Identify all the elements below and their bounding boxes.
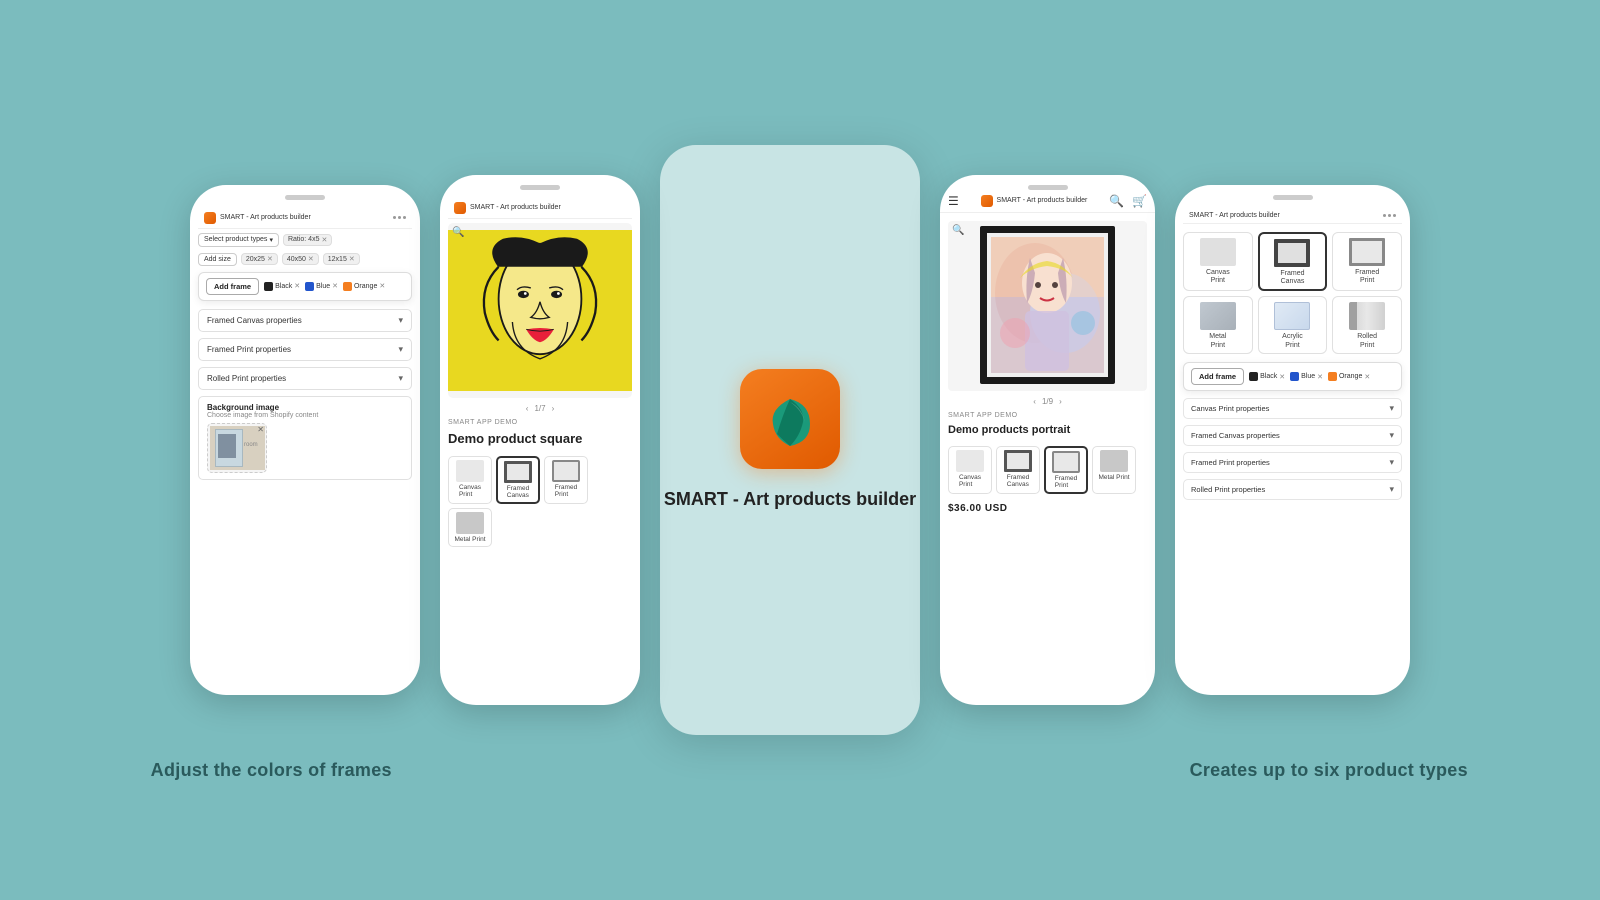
color-black-5[interactable]: Black ✕ [1249, 372, 1285, 381]
app-logo [740, 369, 840, 469]
app-icon [204, 212, 216, 224]
bottom-labels: Adjust the colors of frames Creates up t… [0, 745, 1600, 786]
product-artwork [448, 223, 632, 398]
phone-six-types: SMART - Art products builder CanvasPrint [1175, 185, 1410, 695]
type-framed-print-4[interactable]: FramedPrint [1044, 446, 1088, 494]
accordion-framed-canvas[interactable]: Framed Canvas properties ▾ [198, 309, 412, 332]
portrait-image-area: 🔍 [948, 221, 1147, 391]
ratio-tag[interactable]: Ratio: 4x5 ✕ [283, 234, 332, 246]
phone4-title: SMART - Art products builder [997, 197, 1088, 204]
color-blue-5[interactable]: Blue ✕ [1290, 372, 1323, 381]
color-black[interactable]: Black ✕ [264, 282, 300, 291]
product-title-4: Demo products portrait [948, 424, 1147, 436]
product-image-area: 🔍 [448, 223, 632, 398]
filter-row: Select product types ▾ Ratio: 4x5 ✕ [198, 233, 412, 247]
accordion-rolled-print[interactable]: Rolled Print properties ▾ [198, 367, 412, 390]
six-types-grid: CanvasPrint FramedCanvas FramedPrint [1183, 232, 1402, 355]
add-frame-button-5[interactable]: Add frame [1191, 368, 1244, 385]
type-framed-print[interactable]: FramedPrint [544, 456, 588, 504]
color-orange[interactable]: Orange ✕ [343, 282, 385, 291]
menu-dots-5[interactable] [1383, 214, 1396, 217]
color-blue[interactable]: Blue ✕ [305, 282, 338, 291]
menu-dots[interactable] [393, 216, 406, 219]
demo-label-4: SMART APP DEMO [948, 412, 1147, 419]
product-type-select[interactable]: Select product types ▾ [198, 233, 279, 247]
nav-row-4: ‹ 1/9 › [948, 397, 1147, 406]
accordion-framed-print[interactable]: Framed Print properties ▾ [198, 338, 412, 361]
product-types: CanvasPrint FramedCanvas FramedPrint Met… [448, 456, 632, 547]
topbar-icons: 🔍 🛒 [1109, 194, 1147, 208]
product-title: Demo product square [448, 431, 632, 446]
type-lg-rolled[interactable]: RolledPrint [1332, 296, 1402, 354]
frame-colors-row: Add frame Black ✕ Blue ✕ Orange ✕ [198, 272, 412, 301]
color-orange-5[interactable]: Orange ✕ [1328, 372, 1370, 381]
app-icon-2 [454, 202, 466, 214]
left-label: Adjust the colors of frames [40, 760, 503, 781]
size-tags-row: Add size 20x25 ✕ 40x50 ✕ 12x15 ✕ [198, 253, 412, 266]
size-tag-1[interactable]: 20x25 ✕ [241, 253, 278, 265]
zoom-icon-4[interactable]: 🔍 [952, 225, 964, 236]
price-label: $36.00 USD [948, 503, 1147, 514]
bg-sublabel: Choose image from Shopify content [207, 412, 403, 419]
type-metal[interactable]: Metal Print [448, 508, 492, 547]
bg-preview[interactable]: room ✕ [207, 423, 267, 473]
cart-icon[interactable]: 🛒 [1132, 194, 1147, 208]
portrait-artwork [975, 223, 1120, 388]
phone1-topbar: SMART - Art products builder [198, 208, 412, 229]
center-logo-title: SMART - Art products builder [664, 489, 916, 511]
acc5-rolled-print[interactable]: Rolled Print properties ▾ [1183, 479, 1402, 500]
acc5-framed-canvas[interactable]: Framed Canvas properties ▾ [1183, 425, 1402, 446]
type-lg-metal[interactable]: MetalPrint [1183, 296, 1253, 354]
acc5-canvas[interactable]: Canvas Print properties ▾ [1183, 398, 1402, 419]
phone2-topbar: SMART - Art products builder [448, 198, 632, 219]
type-lg-framed-canvas[interactable]: FramedCanvas [1258, 232, 1328, 292]
bg-delete[interactable]: ✕ [257, 425, 264, 434]
right-label: Creates up to six product types [1098, 760, 1561, 781]
phone2-title: SMART - Art products builder [470, 204, 561, 211]
app-icon-4 [981, 195, 993, 207]
product-types-4: CanvasPrint FramedCanvas FramedPrint Met… [948, 446, 1147, 494]
phone5-topbar: SMART - Art products builder [1183, 208, 1402, 224]
demo-label: SMART APP DEMO [448, 419, 632, 426]
size-tag-2[interactable]: 40x50 ✕ [282, 253, 319, 265]
phone-portrait-demo: ☰ SMART - Art products builder 🔍 🛒 🔍 [940, 175, 1155, 705]
size-tag-3[interactable]: 12x15 ✕ [323, 253, 360, 265]
frame-colors-row-5: Add frame Black ✕ Blue ✕ Orange ✕ [1183, 362, 1402, 391]
phone-center-logo: SMART - Art products builder [660, 145, 920, 735]
type-canvas-4[interactable]: CanvasPrint [948, 446, 992, 494]
phone-product-square: SMART - Art products builder [440, 175, 640, 705]
type-canvas[interactable]: CanvasPrint [448, 456, 492, 504]
add-frame-button[interactable]: Add frame [206, 278, 259, 295]
zoom-icon[interactable]: 🔍 [452, 227, 464, 238]
bg-thumbnail-svg: room [210, 426, 265, 470]
nav-row: ‹ 1/7 › [448, 404, 632, 413]
type-framed-canvas[interactable]: FramedCanvas [496, 456, 540, 504]
background-image-section: Background image Choose image from Shopi… [198, 396, 412, 480]
type-lg-framed-print[interactable]: FramedPrint [1332, 232, 1402, 292]
search-icon[interactable]: 🔍 [1109, 194, 1124, 208]
svg-text:room: room [244, 442, 258, 448]
phone1-title: SMART - Art products builder [220, 214, 311, 221]
acc5-framed-print[interactable]: Framed Print properties ▾ [1183, 452, 1402, 473]
type-lg-canvas[interactable]: CanvasPrint [1183, 232, 1253, 292]
phone5-title: SMART - Art products builder [1189, 212, 1280, 219]
type-lg-acrylic[interactable]: AcrylicPrint [1258, 296, 1328, 354]
phone-adjust-colors: SMART - Art products builder Select prod… [190, 185, 420, 695]
logo-svg [755, 384, 825, 454]
phone4-topbar: ☰ SMART - Art products builder 🔍 🛒 [940, 190, 1155, 213]
hamburger-icon[interactable]: ☰ [948, 194, 959, 208]
type-metal-4[interactable]: Metal Print [1092, 446, 1136, 494]
add-size-btn[interactable]: Add size [198, 253, 237, 266]
bg-label: Background image [207, 403, 403, 412]
type-framed-canvas-4[interactable]: FramedCanvas [996, 446, 1040, 494]
